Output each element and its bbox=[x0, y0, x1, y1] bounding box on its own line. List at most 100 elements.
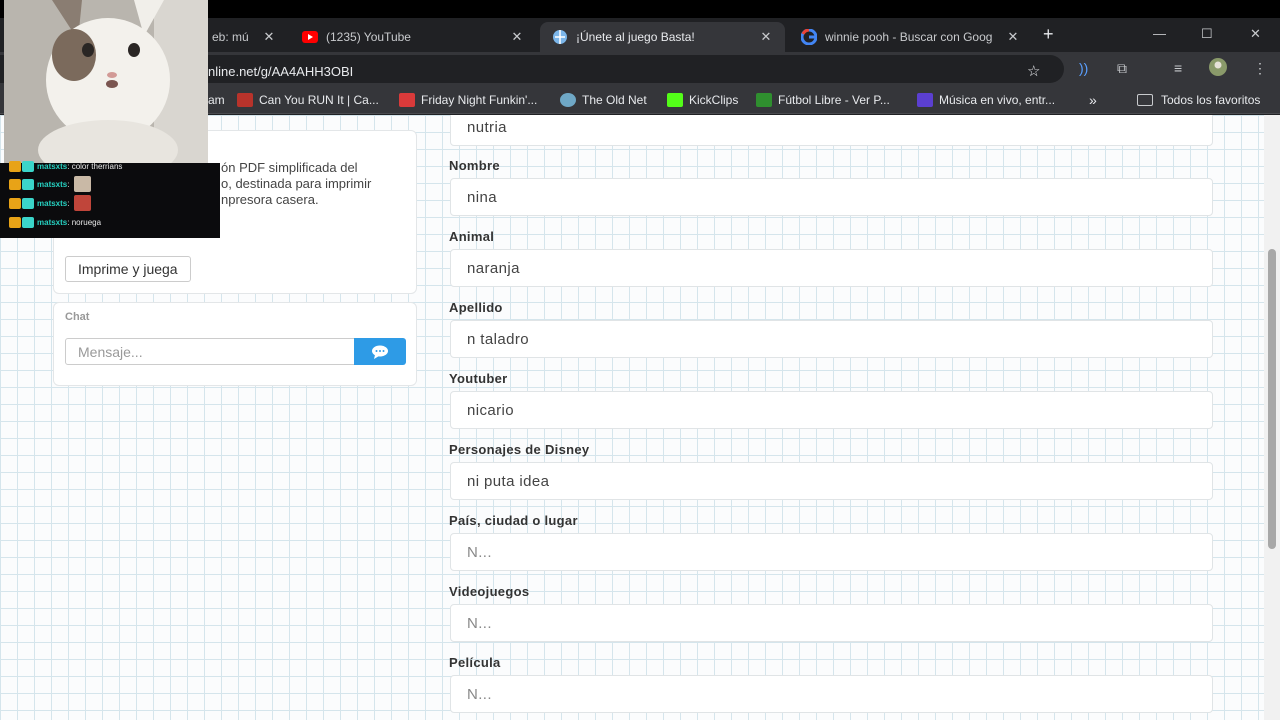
cast-icon[interactable]: )) bbox=[1079, 60, 1088, 76]
chat-send-button[interactable] bbox=[354, 338, 406, 365]
bookmark-item[interactable]: Fútbol Libre - Ver P... bbox=[756, 92, 890, 108]
stream-chat-line: matsxts: bbox=[9, 176, 91, 192]
tab-title: winnie pooh - Buscar con Goog bbox=[825, 30, 993, 44]
crown-badge-icon bbox=[9, 216, 21, 228]
answer-field[interactable]: nutria bbox=[450, 115, 1213, 146]
tab-title: eb: mú bbox=[212, 30, 249, 44]
bookmark-label: Música en vivo, entr... bbox=[939, 93, 1056, 107]
bookmark-label: Friday Night Funkin'... bbox=[421, 93, 538, 107]
stream-chat-line: matsxts: bbox=[9, 195, 91, 211]
print-description-line: o, destinada para imprimir bbox=[221, 176, 372, 191]
category-label: Animal bbox=[449, 229, 495, 244]
new-tab-button[interactable]: + bbox=[1043, 24, 1054, 45]
all-bookmarks-label: Todos los favoritos bbox=[1161, 93, 1261, 107]
all-bookmarks-folder[interactable]: Todos los favoritos bbox=[1137, 92, 1260, 108]
answer-field[interactable]: ni puta idea bbox=[450, 462, 1213, 500]
bookmark-item[interactable]: am bbox=[208, 92, 225, 108]
scrollbar-thumb[interactable] bbox=[1268, 249, 1276, 549]
stream-chat-line: matsxts: noruega bbox=[9, 215, 101, 229]
stream-chat-overlay: matsxts: color therrians matsxts: matsxt… bbox=[0, 160, 220, 238]
youtube-icon bbox=[302, 29, 318, 45]
bookmark-label: Can You RUN It | Ca... bbox=[259, 93, 379, 107]
crown-badge-icon bbox=[9, 197, 21, 209]
stream-chat-line: matsxts: color therrians bbox=[9, 159, 122, 173]
subscriber-badge-icon bbox=[22, 160, 34, 172]
tab-basta-game[interactable]: ¡Únete al juego Basta! ✕ bbox=[540, 22, 785, 52]
answer-field[interactable]: n taladro bbox=[450, 320, 1213, 358]
bookmark-item[interactable]: Friday Night Funkin'... bbox=[399, 92, 537, 108]
category-label: Nombre bbox=[449, 158, 500, 173]
address-url: nline.net/g/AA4AHH3OBI bbox=[208, 64, 354, 79]
football-icon bbox=[756, 93, 772, 107]
cat-emote-icon bbox=[73, 176, 91, 192]
chat-message-input[interactable]: Mensaje... bbox=[65, 338, 355, 365]
bookmark-label: KickClips bbox=[689, 93, 739, 107]
tab-close-icon[interactable]: ✕ bbox=[510, 29, 524, 45]
tab-music[interactable]: eb: mú ✕ bbox=[200, 22, 288, 52]
tab-close-icon[interactable]: ✕ bbox=[262, 29, 276, 45]
chat-bubble-icon bbox=[372, 345, 388, 359]
subscriber-badge-icon bbox=[22, 216, 34, 228]
subscriber-badge-icon bbox=[22, 178, 34, 190]
bookmark-label: Fútbol Libre - Ver P... bbox=[778, 93, 890, 107]
extensions-icon[interactable]: ⧉ bbox=[1117, 60, 1127, 77]
close-window-button[interactable]: ✕ bbox=[1250, 26, 1261, 42]
bookmark-item[interactable]: KickClips bbox=[667, 92, 738, 108]
folder-icon bbox=[1137, 94, 1153, 106]
crown-badge-icon bbox=[9, 178, 21, 190]
answer-field[interactable]: N... bbox=[450, 533, 1213, 571]
google-icon bbox=[801, 29, 817, 45]
answer-field[interactable]: N... bbox=[450, 675, 1213, 713]
media-controls-icon[interactable]: ≡ bbox=[1174, 60, 1182, 76]
answer-field[interactable]: N... bbox=[450, 604, 1213, 642]
chat-title: Chat bbox=[65, 311, 90, 323]
globe-icon bbox=[552, 29, 568, 45]
print-description-line: ón PDF simplificada del bbox=[221, 160, 358, 175]
maximize-button[interactable]: ☐ bbox=[1201, 26, 1213, 42]
answer-field[interactable]: nicario bbox=[450, 391, 1213, 429]
print-and-play-button[interactable]: Imprime y juega bbox=[65, 256, 191, 282]
tab-google-search[interactable]: winnie pooh - Buscar con Goog ✕ bbox=[789, 22, 1032, 52]
chat-panel: Chat Mensaje... bbox=[53, 302, 417, 386]
bookmark-label: am bbox=[208, 93, 225, 107]
page-scrollbar[interactable] bbox=[1264, 115, 1280, 720]
tab-title: ¡Únete al juego Basta! bbox=[576, 30, 695, 44]
tab-title: (1235) YouTube bbox=[326, 30, 411, 44]
cat-image bbox=[4, 0, 208, 163]
tab-youtube[interactable]: (1235) YouTube ✕ bbox=[290, 22, 536, 52]
category-label: Película bbox=[449, 655, 501, 670]
stream-chat-message: noruega bbox=[71, 217, 102, 227]
category-label: Apellido bbox=[449, 300, 503, 315]
answer-field[interactable]: naranja bbox=[450, 249, 1213, 287]
crown-badge-icon bbox=[9, 160, 21, 172]
profile-avatar[interactable] bbox=[1209, 58, 1227, 79]
category-label: Youtuber bbox=[449, 371, 508, 386]
bookmark-item[interactable]: Música en vivo, entr... bbox=[917, 92, 1055, 108]
bookmark-label: The Old Net bbox=[582, 93, 647, 107]
stream-chat-message: color therrians bbox=[71, 161, 123, 171]
bookmark-item[interactable]: The Old Net bbox=[560, 92, 647, 108]
category-label: País, ciudad o lugar bbox=[449, 513, 578, 528]
tab-close-icon[interactable]: ✕ bbox=[759, 29, 773, 45]
print-description-line: npresora casera. bbox=[221, 192, 319, 207]
canyourunit-icon bbox=[237, 93, 253, 107]
menu-kebab-icon[interactable]: ⋮ bbox=[1253, 60, 1267, 77]
stream-chat-user: matsxts bbox=[37, 161, 68, 171]
minimize-button[interactable]: — bbox=[1153, 26, 1166, 41]
stream-chat-user: matsxts bbox=[37, 179, 68, 189]
music-chart-icon bbox=[917, 93, 933, 107]
kick-icon bbox=[667, 93, 683, 107]
stream-chat-user: matsxts bbox=[37, 198, 68, 208]
oldnet-icon bbox=[560, 93, 576, 107]
category-label: Personajes de Disney bbox=[449, 442, 590, 457]
fnf-icon bbox=[399, 93, 415, 107]
print-description: ón PDF simplificada del o, destinada par… bbox=[221, 160, 371, 208]
bookmarks-overflow-button[interactable]: » bbox=[1089, 92, 1097, 108]
subscriber-badge-icon bbox=[22, 197, 34, 209]
webcam-cat-overlay bbox=[4, 0, 208, 163]
bookmark-star-icon[interactable]: ☆ bbox=[1027, 62, 1040, 80]
emote-icon bbox=[73, 195, 91, 211]
answer-field[interactable]: nina bbox=[450, 178, 1213, 216]
bookmark-item[interactable]: Can You RUN It | Ca... bbox=[237, 92, 379, 108]
tab-close-icon[interactable]: ✕ bbox=[1006, 29, 1020, 45]
